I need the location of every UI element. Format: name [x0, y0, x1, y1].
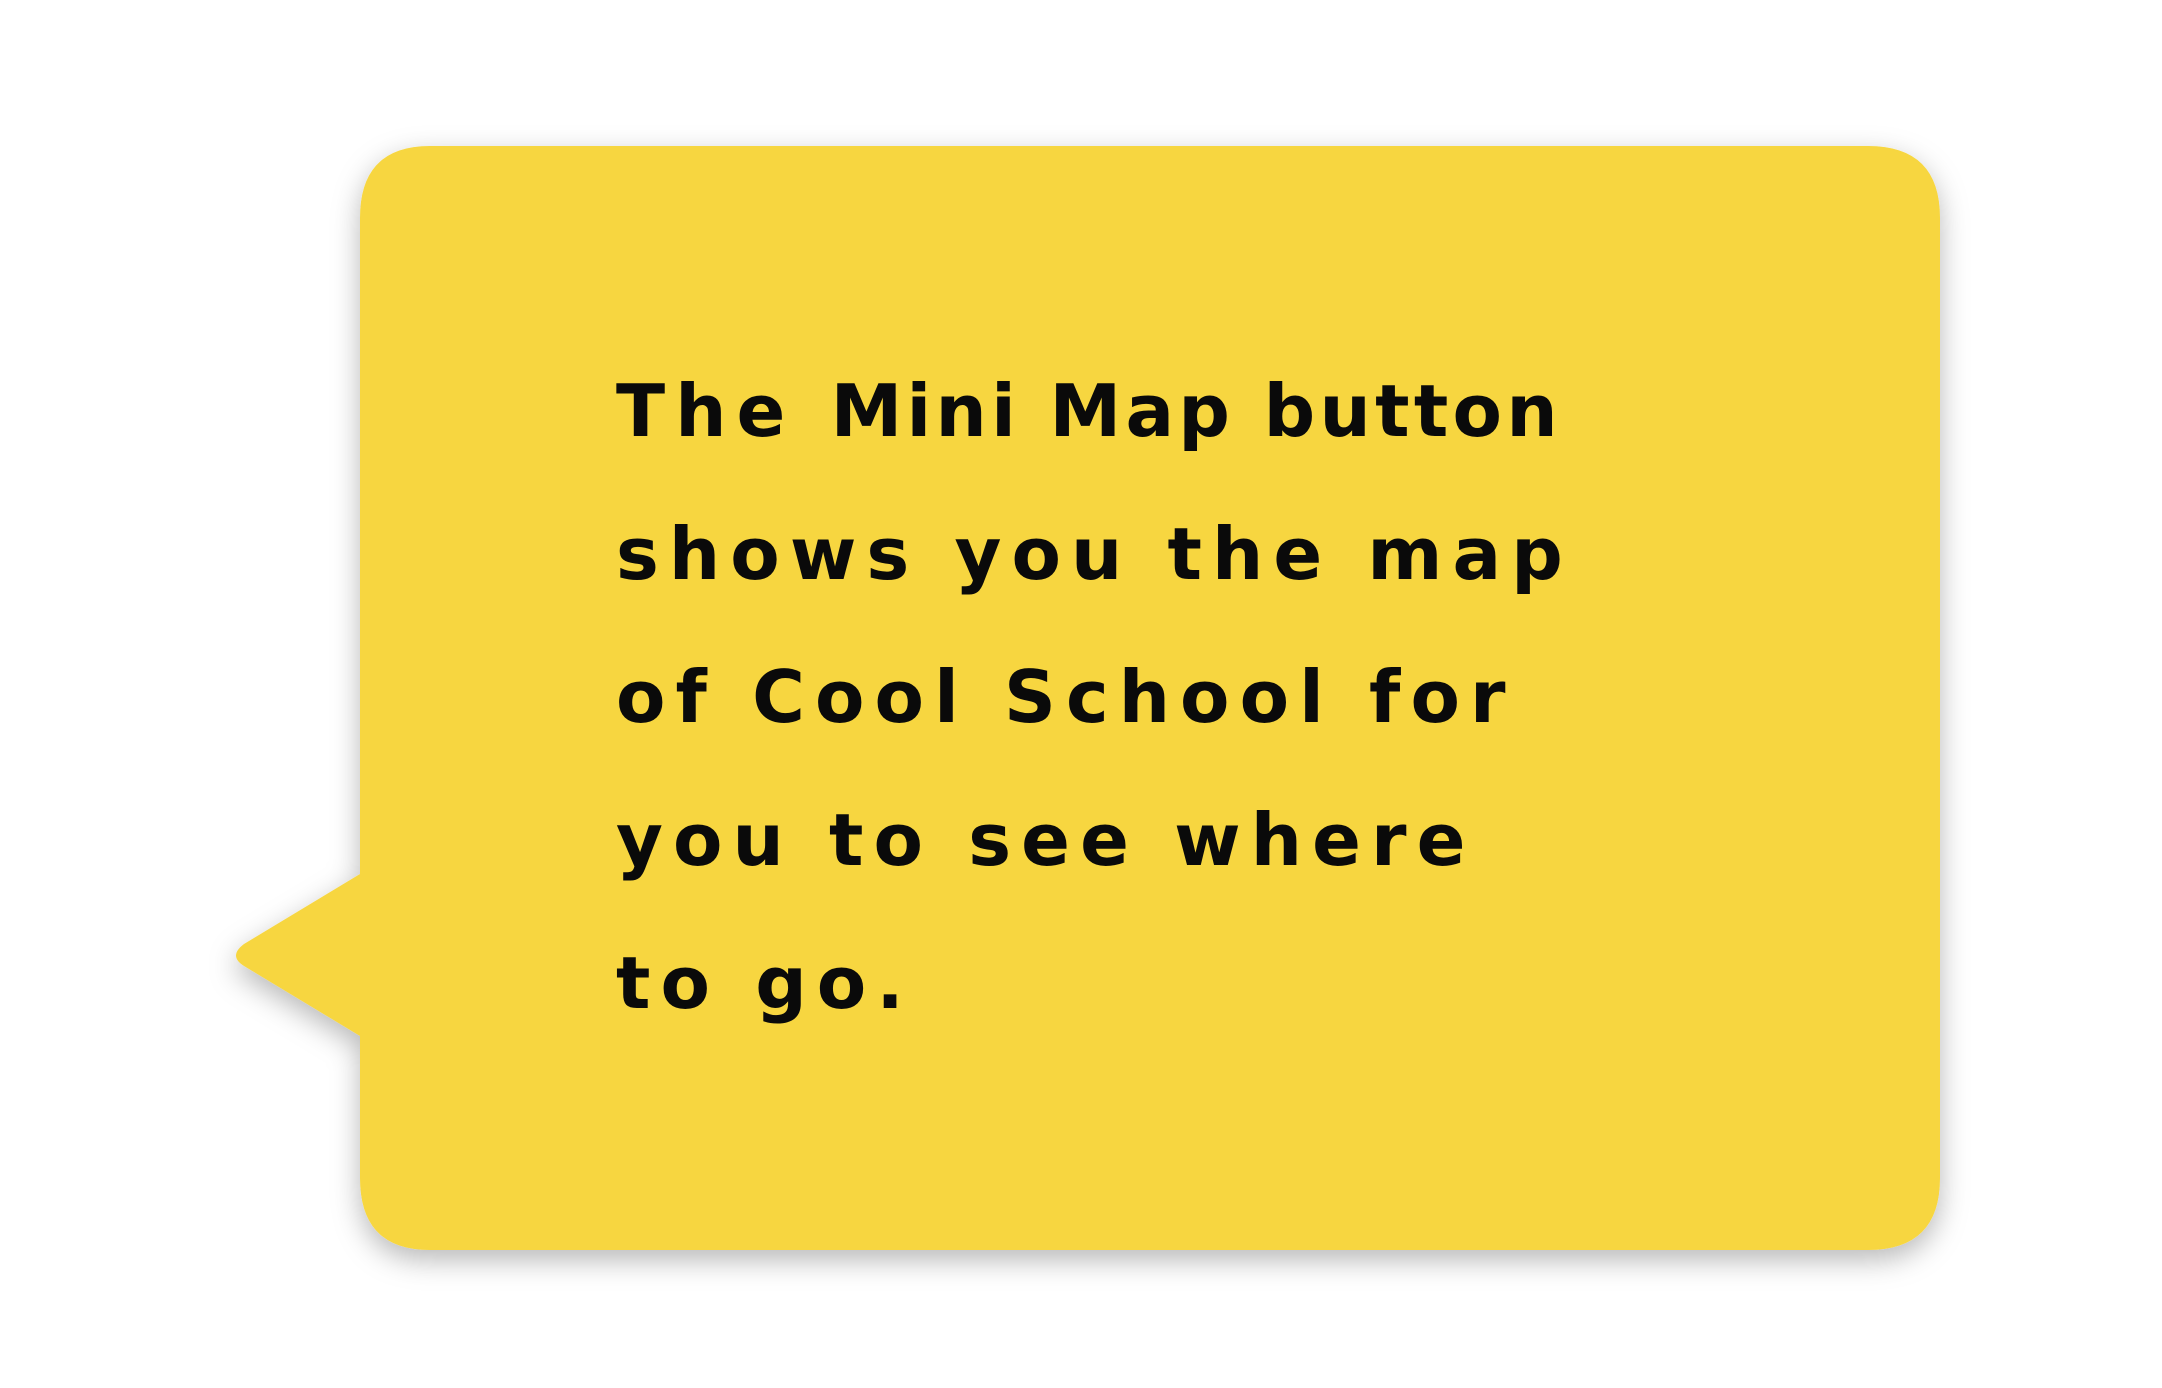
tooltip-message: The Mini Map button shows you the map of…: [616, 340, 1796, 1055]
tutorial-tooltip: The Mini Map button shows you the map of…: [0, 0, 2162, 1388]
message-line-4: you to see where: [616, 798, 1476, 882]
message-line-1: The Mini Map button: [616, 340, 1796, 483]
message-line-3: of Cool School for: [616, 655, 1516, 739]
message-line-1-prefix: The: [616, 369, 831, 453]
message-line-5: to go.: [616, 941, 914, 1025]
message-line-2: shows you the map: [616, 512, 1573, 596]
mini-map-button-highlight: Mini Map button: [830, 369, 1562, 453]
